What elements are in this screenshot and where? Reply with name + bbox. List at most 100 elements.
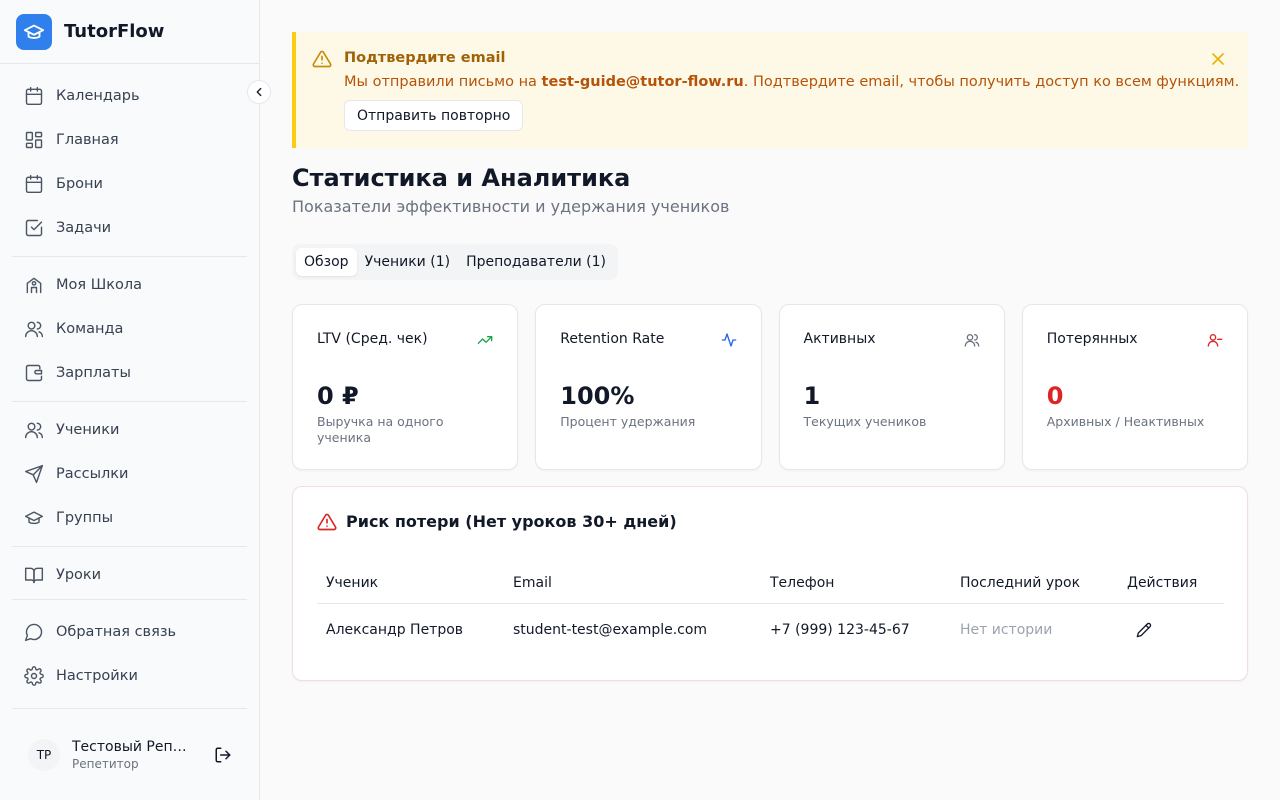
users-icon (24, 422, 44, 439)
stat-card-lost: Потерянных 0 Архивных / Неактивных (1021, 304, 1248, 470)
book-icon (24, 567, 44, 584)
users-icon (24, 321, 44, 338)
student-name: Александр Петров (326, 622, 464, 638)
warning-icon (317, 513, 337, 531)
card-title: Активных (803, 331, 876, 347)
sidebar-item-calendar[interactable]: Календарь (12, 74, 247, 118)
sidebar-item-label: Моя Школа (56, 277, 143, 293)
graduation-cap-icon (16, 13, 52, 50)
sidebar-item-label: Обратная связь (56, 624, 177, 640)
close-icon[interactable] (1208, 49, 1228, 69)
sidebar-item-label: Уроки (56, 567, 102, 583)
sidebar: TutorFlow Календарь Главная Брони Задачи… (0, 0, 260, 800)
column-header: Действия (1127, 575, 1198, 591)
sidebar-item-my-school[interactable]: Моя Школа (12, 263, 247, 307)
card-description: Выручка на одного ученика (317, 414, 444, 445)
tabs: Обзор Ученики (1) Преподаватели (1) (292, 244, 619, 280)
page-title: Статистика и Аналитика (292, 164, 631, 192)
graduation-cap-icon (24, 511, 44, 525)
card-title: LTV (Сред. чек) (317, 331, 428, 347)
student-phone: +7 (999) 123-45-67 (770, 622, 910, 638)
card-title: Retention Rate (560, 331, 665, 347)
churn-risk-table: Ученик Email Телефон Последний урок Дейс… (317, 563, 1224, 656)
calendar-icon (25, 174, 43, 194)
users-icon (964, 334, 980, 347)
page-subtitle: Показатели эффективности и удержания уче… (292, 197, 730, 216)
nav-group-settings: Обратная связь Настройки (0, 600, 259, 698)
sidebar-item-tasks[interactable]: Задачи (12, 206, 247, 250)
column-header: Email (513, 575, 552, 591)
stat-card-retention: Retention Rate 100% Процент удержания (535, 304, 762, 470)
tab-overview[interactable]: Обзор (296, 248, 357, 276)
nav-group-school: Моя Школа Команда Зарплаты (0, 257, 259, 395)
dashboard-icon (25, 131, 43, 149)
alert-text-part: . Подтвердите email, чтобы получить дост… (743, 74, 1240, 90)
sidebar-item-label: Брони (56, 176, 103, 192)
alert-email: test-guide@tutor-flow.ru (541, 74, 744, 90)
sidebar-item-label: Главная (56, 132, 119, 148)
user-minus-icon (1207, 334, 1223, 347)
nav-group-main: Календарь Главная Брони Задачи (0, 64, 259, 250)
user-role: Репетитор (72, 756, 139, 771)
avatar: TP (28, 738, 60, 771)
card-value: 0 (1046, 382, 1064, 410)
sidebar-item-label: Команда (56, 321, 124, 337)
message-icon (24, 623, 43, 642)
card-value: 0 ₽ (317, 382, 359, 410)
brand-name: TutorFlow (64, 21, 165, 42)
sidebar-item-settings[interactable]: Настройки (12, 654, 247, 698)
sidebar-item-feedback[interactable]: Обратная связь (12, 610, 247, 654)
edit-button[interactable] (1136, 604, 1152, 656)
chevron-left-icon (256, 87, 262, 97)
trending-up-icon (477, 336, 493, 344)
sidebar-item-label: Группы (56, 510, 114, 526)
card-value: 100% (560, 382, 635, 410)
sidebar-collapse-button[interactable] (247, 80, 271, 104)
tab-students[interactable]: Ученики (1) (357, 248, 459, 276)
student-email: student-test@example.com (513, 622, 708, 638)
churn-risk-panel: Риск потери (Нет уроков 30+ дней) Ученик… (292, 486, 1248, 681)
sidebar-item-mailings[interactable]: Рассылки (12, 452, 247, 496)
column-header: Последний урок (960, 575, 1081, 591)
activity-icon (721, 333, 736, 347)
stat-cards: LTV (Сред. чек) 0 ₽ Выручка на одного уч… (292, 304, 1248, 470)
user-info: Тестовый Репетитор Репетитор (72, 739, 192, 771)
sidebar-item-label: Настройки (56, 668, 138, 684)
last-lesson: Нет истории (960, 622, 1053, 638)
sidebar-item-label: Зарплаты (56, 365, 131, 381)
alert-message: Мы отправили письмо на test-guide@tutor-… (344, 74, 1239, 90)
sidebar-item-lessons[interactable]: Уроки (12, 553, 247, 597)
logout-icon[interactable] (214, 746, 232, 764)
user-name: Тестовый Репетитор (72, 738, 192, 755)
column-header: Телефон (770, 575, 835, 591)
calendar-icon (25, 86, 43, 106)
sidebar-item-label: Рассылки (56, 466, 129, 482)
sidebar-item-label: Задачи (56, 220, 112, 236)
sidebar-item-groups[interactable]: Группы (12, 496, 247, 540)
table-row[interactable]: Александр Петров student-test@example.co… (317, 604, 1224, 656)
send-icon (24, 464, 44, 484)
card-value: 1 (803, 382, 821, 410)
panel-title: Риск потери (Нет уроков 30+ дней) (346, 512, 677, 531)
sidebar-item-team[interactable]: Команда (12, 307, 247, 351)
card-description: Текущих учеников (803, 414, 927, 429)
nav-group-students: Ученики Рассылки Группы (0, 402, 259, 540)
wallet-icon (25, 364, 43, 382)
table-header: Ученик Email Телефон Последний урок Дейс… (317, 563, 1224, 604)
sidebar-item-bookings[interactable]: Брони (12, 162, 247, 206)
sidebar-item-students[interactable]: Ученики (12, 408, 247, 452)
sidebar-item-salaries[interactable]: Зарплаты (12, 351, 247, 395)
pencil-icon (1136, 622, 1152, 638)
sidebar-item-home[interactable]: Главная (12, 118, 247, 162)
tab-teachers[interactable]: Преподаватели (1) (458, 248, 614, 276)
alert-text-part: Мы отправили письмо на (344, 74, 542, 90)
gear-icon (24, 666, 44, 686)
resend-button[interactable]: Отправить повторно (344, 100, 524, 131)
user-profile[interactable]: TP Тестовый Репетитор Репетитор (12, 708, 247, 800)
alert-title: Подтвердите email (344, 50, 506, 66)
warning-icon (312, 50, 332, 68)
sidebar-item-label: Ученики (56, 422, 120, 438)
card-description: Процент удержания (560, 414, 696, 429)
brand[interactable]: TutorFlow (0, 0, 259, 64)
nav-group-lessons: Уроки (0, 547, 259, 597)
